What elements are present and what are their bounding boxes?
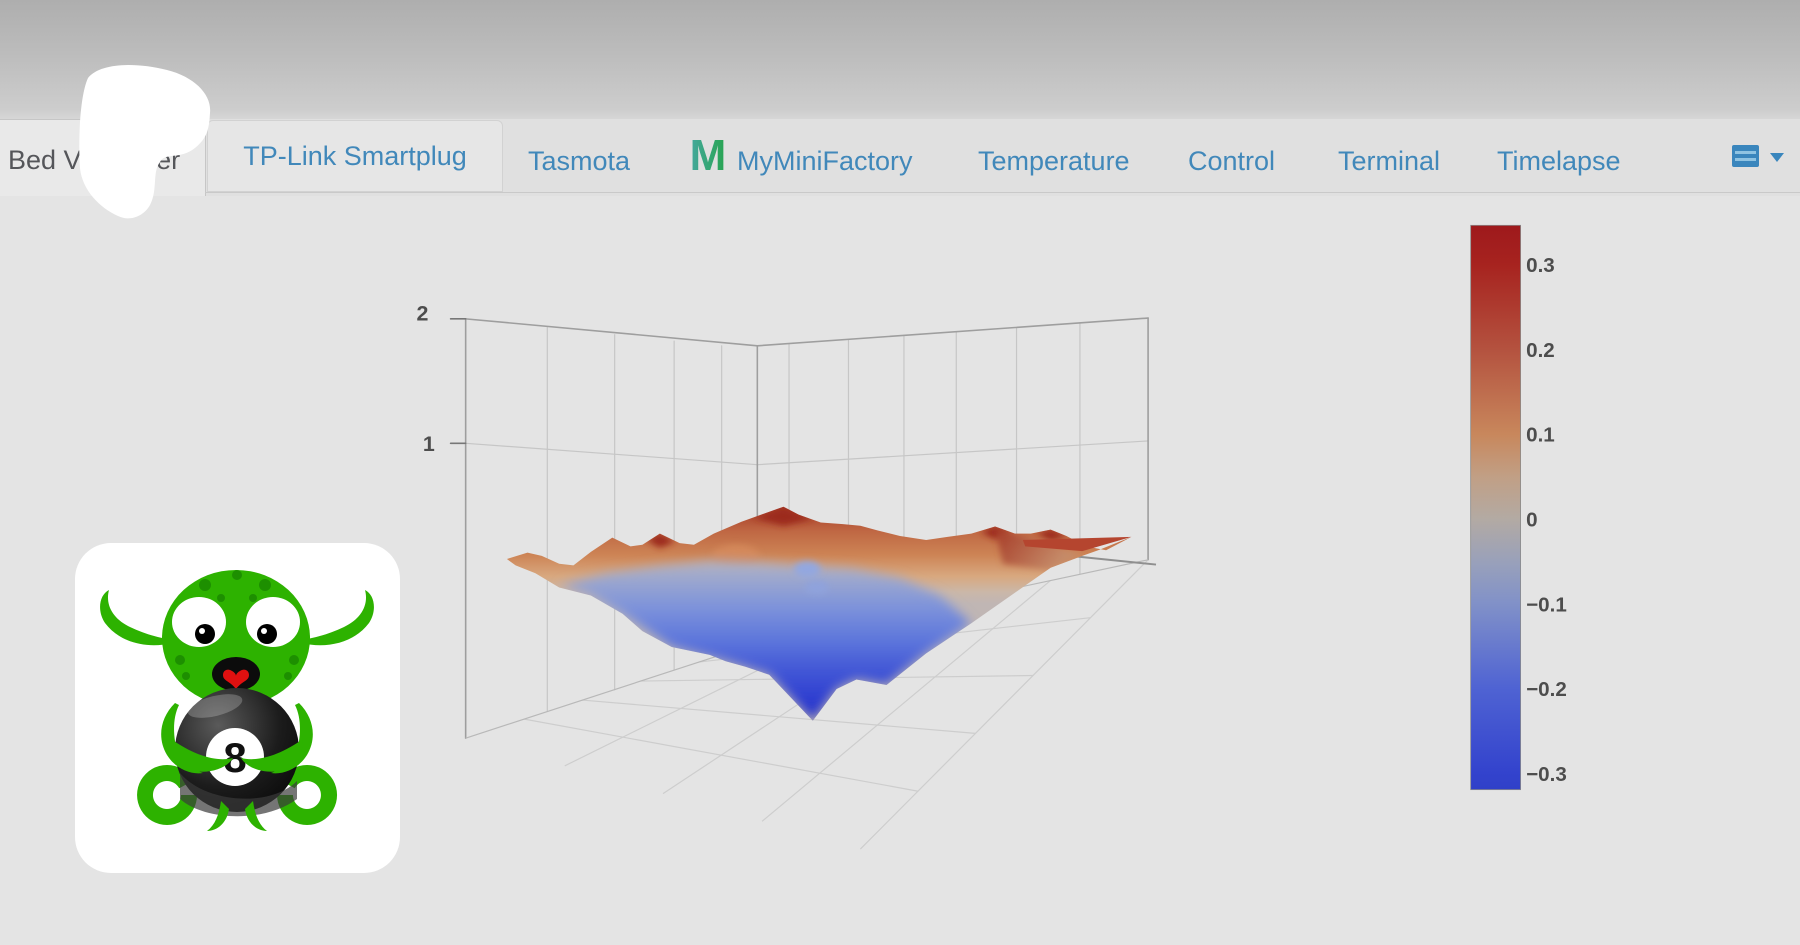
list-icon — [1732, 145, 1759, 167]
annotation-blob — [74, 60, 219, 225]
colorbar-tick: −0.3 — [1526, 763, 1567, 786]
tab-temperature[interactable]: Temperature — [978, 146, 1130, 177]
svg-text:M: M — [690, 132, 727, 176]
tab-myminifactory-label: MyMiniFactory — [737, 146, 913, 177]
tab-control[interactable]: Control — [1188, 146, 1275, 177]
tab-tp-link-smartplug[interactable]: TP-Link Smartplug — [207, 120, 503, 192]
eight-ball-number: 8 — [223, 734, 246, 781]
tab-overflow-button[interactable] — [1730, 143, 1790, 173]
tab-myminifactory[interactable]: M MyMiniFactory — [686, 132, 913, 177]
z-tick-1: 1 — [423, 432, 435, 456]
colorbar-tick: −0.2 — [1526, 678, 1567, 701]
z-axis-labels: 2 1 — [417, 301, 435, 456]
colorbar-tick: 0 — [1526, 509, 1537, 532]
tab-terminal[interactable]: Terminal — [1338, 146, 1440, 177]
myminifactory-icon: M — [686, 132, 730, 176]
z-tick-2: 2 — [417, 301, 429, 325]
colorbar: 0.3 0.2 0.1 0 −0.1 −0.2 −0.3 — [1471, 225, 1567, 789]
tab-bar: Bed Visualizer TP-Link Smartplug Tasmota… — [0, 119, 1800, 196]
tab-tp-link-smartplug-label: TP-Link Smartplug — [243, 141, 467, 172]
colorbar-tick: 0.2 — [1526, 339, 1555, 362]
colorbar-tick: −0.1 — [1526, 593, 1567, 616]
bed-mesh-surface — [507, 507, 1132, 721]
tab-bar-divider — [205, 192, 1800, 193]
window-chrome — [0, 0, 1800, 119]
tab-tasmota[interactable]: Tasmota — [528, 146, 630, 177]
y-axis-line — [1070, 556, 1156, 565]
octoprint-screen: Bed Visualizer TP-Link Smartplug Tasmota… — [0, 0, 1800, 945]
colorbar-tick: 0.1 — [1526, 424, 1555, 447]
tab-timelapse[interactable]: Timelapse — [1497, 146, 1621, 177]
octoprint-logo: 8 — [75, 543, 400, 873]
colorbar-tick: 0.3 — [1526, 254, 1555, 277]
caret-down-icon — [1770, 153, 1784, 162]
